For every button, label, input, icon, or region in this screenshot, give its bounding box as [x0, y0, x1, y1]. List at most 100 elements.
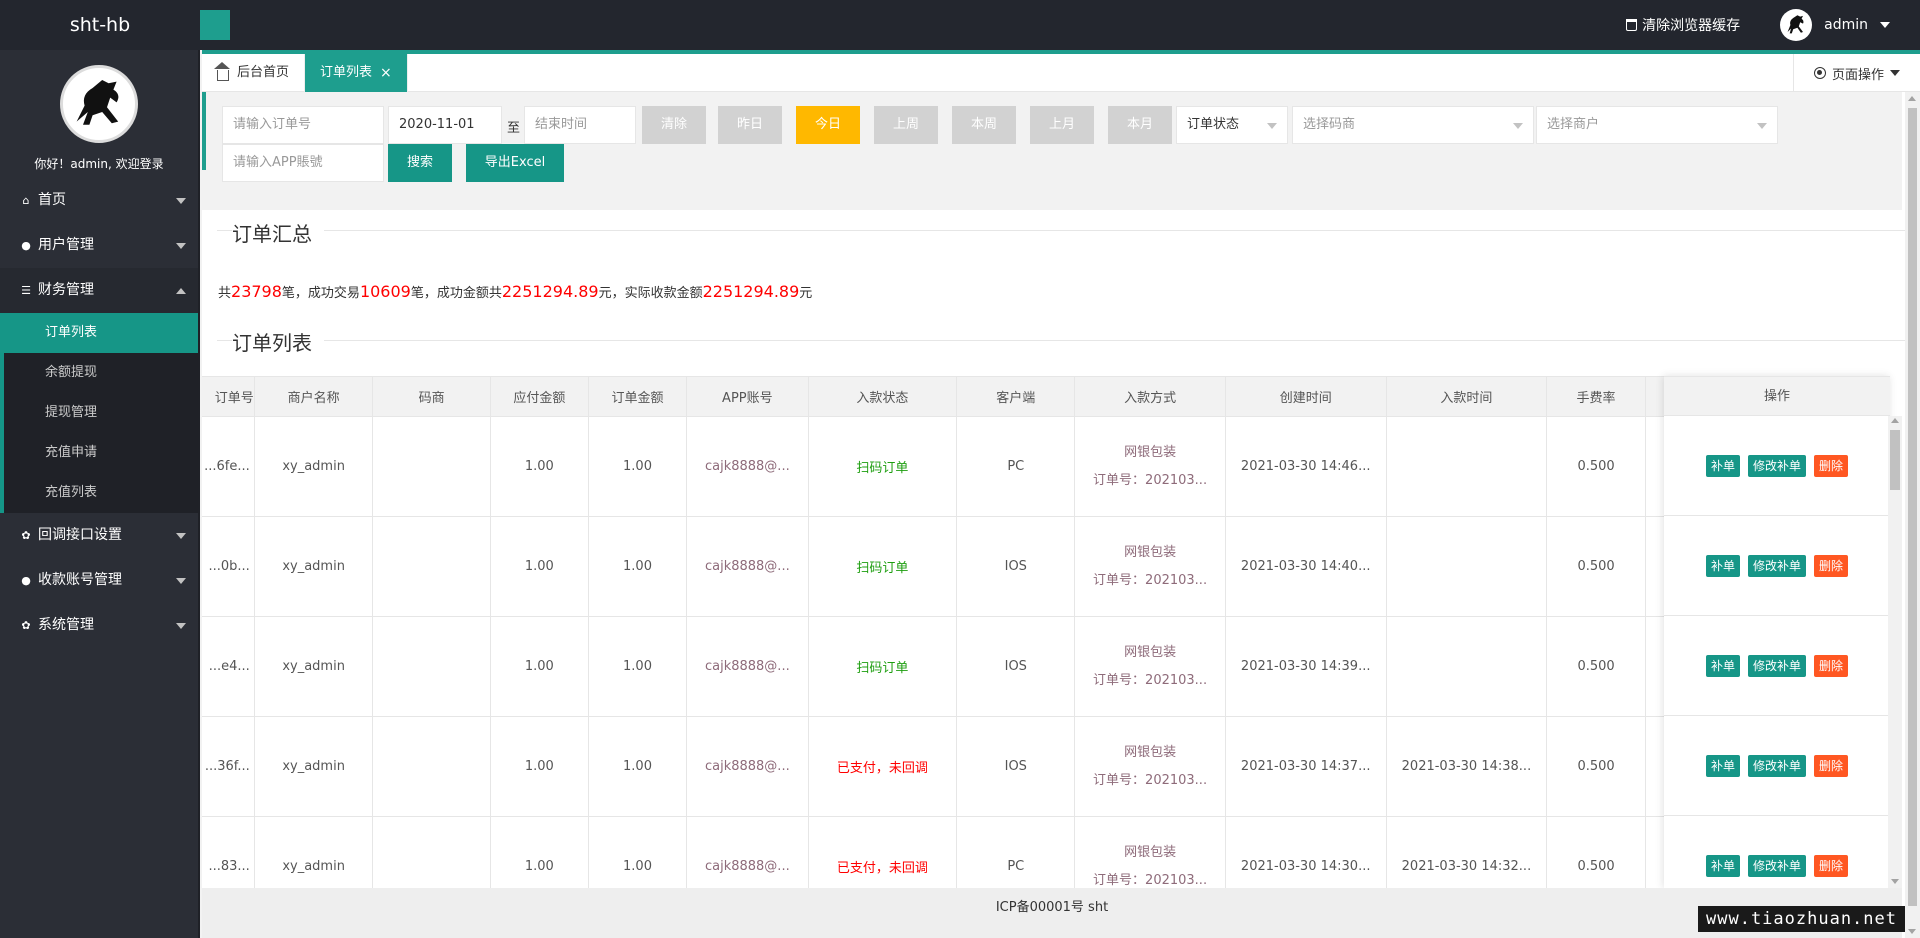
- column-header[interactable]: APP账号: [686, 376, 809, 417]
- column-header[interactable]: 入款时间: [1385, 376, 1548, 417]
- column-header[interactable]: 创建时间: [1224, 376, 1387, 417]
- fill-order-button[interactable]: 补单: [1705, 454, 1740, 477]
- column-header[interactable]: 入款方式: [1074, 376, 1226, 417]
- sidebar-item-users[interactable]: ● 用户管理: [0, 223, 198, 268]
- sidebar-item-recharge-apply[interactable]: 充值申请: [4, 433, 198, 473]
- start-date-input[interactable]: 2020-11-01: [388, 106, 502, 144]
- payable-cell: 1.00: [489, 516, 589, 617]
- chevron-down-icon: [1267, 123, 1277, 129]
- order-status-select[interactable]: 订单状态: [1176, 106, 1288, 144]
- column-header[interactable]: 商户名称: [253, 376, 374, 417]
- page-scrollbar[interactable]: [1905, 92, 1920, 938]
- fill-order-button[interactable]: 补单: [1705, 554, 1740, 577]
- summary-text: 元: [799, 286, 813, 301]
- delete-button[interactable]: 删除: [1814, 554, 1849, 577]
- table-row[interactable]: ...0b... xy_admin 1.00 1.00 cajk8888@...…: [202, 516, 1863, 617]
- arrow-up-icon[interactable]: [1908, 96, 1916, 101]
- last-month-button[interactable]: 上月: [1030, 106, 1094, 144]
- merchant-cell: xy_admin: [253, 716, 374, 817]
- watermark: www.tiaozhuan.net: [1698, 906, 1905, 932]
- app-logo[interactable]: sht-hb: [0, 0, 200, 50]
- close-icon[interactable]: ×: [380, 54, 392, 92]
- table-scrollbar[interactable]: [1888, 416, 1902, 888]
- arrow-down-icon[interactable]: [1891, 879, 1899, 884]
- table-row[interactable]: ...e4... xy_admin 1.00 1.00 cajk8888@...…: [202, 616, 1863, 717]
- arrow-up-icon[interactable]: [1891, 418, 1899, 423]
- sidebar-toggle-button[interactable]: [200, 10, 230, 40]
- column-header[interactable]: 手费率: [1546, 376, 1646, 417]
- delete-button[interactable]: 删除: [1814, 454, 1849, 477]
- sidebar-item-system[interactable]: ✿ 系统管理: [0, 603, 198, 648]
- horse-logo-icon: [76, 80, 119, 125]
- edit-fill-order-button[interactable]: 修改补单: [1747, 754, 1806, 777]
- summary-text: 笔，成功交易: [281, 286, 360, 301]
- code-merchant-select[interactable]: 选择码商: [1292, 106, 1534, 144]
- edit-fill-order-button[interactable]: 修改补单: [1747, 654, 1806, 677]
- client-cell: IOS: [956, 616, 1076, 717]
- tab-label: 订单列表: [320, 65, 373, 80]
- clear-button[interactable]: 清除: [642, 106, 706, 144]
- scrollbar-thumb[interactable]: [1908, 108, 1917, 906]
- pay-method: 网银包装: [1124, 544, 1177, 560]
- summary-text: 笔，成功金额共: [410, 286, 502, 301]
- sidebar-item-accounts[interactable]: ● 收款账号管理: [0, 558, 198, 603]
- sidebar-item-label: 收款账号管理: [38, 572, 122, 588]
- edit-fill-order-button[interactable]: 修改补单: [1747, 454, 1806, 477]
- column-header[interactable]: 应付金额: [489, 376, 589, 417]
- tab-order-list[interactable]: 订单列表 ×: [305, 54, 408, 92]
- merchant-select[interactable]: 选择商户: [1536, 106, 1778, 144]
- this-month-button[interactable]: 本月: [1108, 106, 1172, 144]
- delete-button[interactable]: 删除: [1814, 854, 1849, 877]
- export-excel-button[interactable]: 导出Excel: [466, 144, 564, 182]
- sidebar-item-home[interactable]: ⌂ 首页: [0, 178, 198, 223]
- this-week-button[interactable]: 本周: [952, 106, 1016, 144]
- sidebar-item-withdraw-manage[interactable]: 提现管理: [4, 393, 198, 433]
- tab-home[interactable]: 后台首页: [202, 54, 306, 92]
- horse-logo-icon: [1787, 15, 1804, 34]
- chevron-down-icon: [1757, 123, 1767, 129]
- order-no-cell: ...e4...: [202, 616, 255, 717]
- user-menu[interactable]: admin: [1780, 9, 1890, 41]
- table-row[interactable]: ...83... xy_admin 1.00 1.00 cajk8888@...…: [202, 816, 1863, 888]
- sidebar-item-label: 系统管理: [38, 617, 94, 633]
- end-date-input[interactable]: 结束时间: [524, 106, 636, 144]
- column-header: 操作: [1664, 376, 1890, 416]
- created-time-cell: 2021-03-30 14:39...: [1224, 616, 1387, 717]
- payable-cell: 1.00: [489, 616, 589, 717]
- avatar[interactable]: [60, 65, 138, 143]
- column-header[interactable]: 订单号: [202, 376, 255, 417]
- today-button[interactable]: 今日: [796, 106, 860, 144]
- sidebar-item-finance[interactable]: ☰ 财务管理: [0, 268, 198, 313]
- scrollbar-thumb[interactable]: [1890, 430, 1900, 490]
- search-button[interactable]: 搜索: [388, 144, 452, 182]
- sidebar-item-recharge-list[interactable]: 充值列表: [4, 473, 198, 513]
- table-row[interactable]: ...6fe... xy_admin 1.00 1.00 cajk8888@..…: [202, 416, 1863, 517]
- last-week-button[interactable]: 上周: [874, 106, 938, 144]
- sidebar-item-callback[interactable]: ✿ 回调接口设置: [0, 513, 198, 558]
- fill-order-button[interactable]: 补单: [1705, 854, 1740, 877]
- table-header-row: 订单号 商户名称 码商 应付金额 订单金额 APP账号 入款状态 客户端 入款方…: [202, 376, 1863, 417]
- fill-order-button[interactable]: 补单: [1705, 754, 1740, 777]
- order-no-input[interactable]: 请输入订单号: [222, 106, 384, 144]
- tab-bar: 后台首页 订单列表 × 页面操作: [202, 54, 1920, 92]
- clear-cache-button[interactable]: 清除浏览器缓存: [1626, 15, 1740, 35]
- sidebar-item-order-list[interactable]: 订单列表: [0, 313, 198, 353]
- table-row[interactable]: ...36f... xy_admin 1.00 1.00 cajk8888@..…: [202, 716, 1863, 817]
- edit-fill-order-button[interactable]: 修改补单: [1747, 554, 1806, 577]
- page-operations-menu[interactable]: 页面操作: [1792, 54, 1920, 92]
- column-header[interactable]: 入款状态: [807, 376, 958, 417]
- column-header[interactable]: 订单金额: [587, 376, 688, 417]
- column-header[interactable]: 码商: [372, 376, 491, 417]
- delete-button[interactable]: 删除: [1814, 754, 1849, 777]
- operations-cell: 补单 修改补单 删除: [1664, 616, 1890, 716]
- delete-button[interactable]: 删除: [1814, 654, 1849, 677]
- pay-method-cell: 网银包装 订单号：202103...: [1074, 516, 1226, 617]
- sidebar-item-balance-withdraw[interactable]: 余额提现: [4, 353, 198, 393]
- arrow-down-icon[interactable]: [1908, 929, 1916, 934]
- column-header[interactable]: 客户端: [956, 376, 1076, 417]
- edit-fill-order-button[interactable]: 修改补单: [1747, 854, 1806, 877]
- app-account-input[interactable]: 请输入APP賬號: [222, 144, 384, 182]
- yesterday-button[interactable]: 昨日: [718, 106, 782, 144]
- fill-order-button[interactable]: 补单: [1705, 654, 1740, 677]
- order-summary: 共23798笔，成功交易10609笔，成功金额共2251294.89元，实际收款…: [218, 282, 812, 301]
